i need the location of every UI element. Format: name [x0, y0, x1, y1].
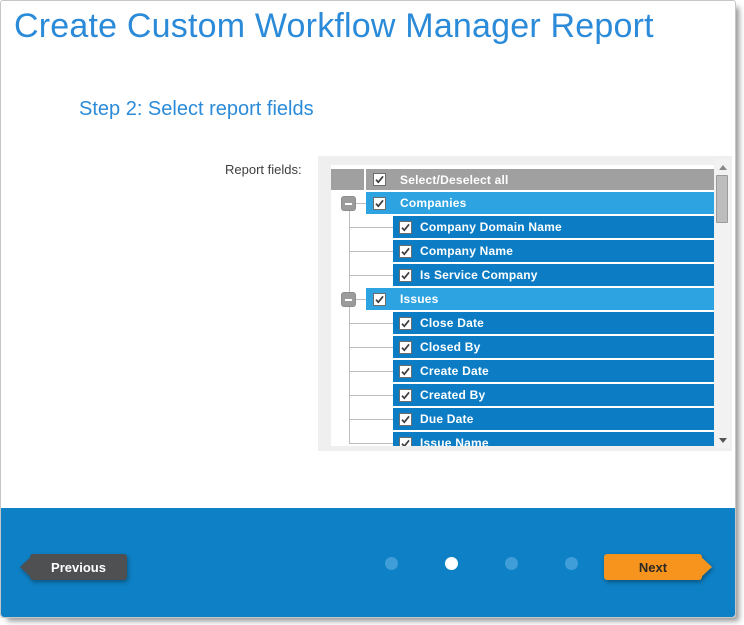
vertical-scrollbar[interactable] — [715, 159, 730, 448]
tree-branch-line — [349, 323, 393, 324]
tree-branch-line — [349, 395, 393, 396]
checkbox-select-deselect-all[interactable] — [373, 173, 386, 186]
checkbox-create-date[interactable] — [399, 365, 412, 378]
tree-row-closed-by[interactable]: Closed By — [393, 336, 714, 358]
tree-row-issues[interactable]: Issues — [366, 288, 714, 310]
tree-branch-line — [349, 371, 393, 372]
row-label: Companies — [400, 196, 466, 210]
tree-row-issue-name[interactable]: Issue Name — [393, 432, 714, 446]
report-fields-tree: Select/Deselect all Companies Company Doma… — [318, 156, 716, 446]
scrollbar-thumb[interactable] — [716, 175, 728, 223]
report-fields-label: Report fields: — [225, 162, 302, 177]
previous-button[interactable]: Previous — [20, 554, 127, 580]
tree-row-create-date[interactable]: Create Date — [393, 360, 714, 382]
minus-icon — [345, 299, 352, 301]
wizard-footer: Previous Next — [1, 508, 735, 617]
tree-row-companies[interactable]: Companies — [366, 192, 714, 214]
row-label: Issues — [400, 292, 439, 306]
page-title: Create Custom Workflow Manager Report — [14, 7, 654, 46]
row-label: Create Date — [420, 364, 489, 378]
tree-branch-line — [349, 347, 393, 348]
tree-trunk-line — [349, 211, 350, 444]
row-label: Created By — [420, 388, 485, 402]
step-dot-2[interactable] — [445, 557, 458, 570]
checkbox-issues[interactable] — [373, 293, 386, 306]
scroll-down-button[interactable] — [715, 433, 730, 447]
checkbox-close-date[interactable] — [399, 317, 412, 330]
row-label: Company Domain Name — [420, 220, 562, 234]
tree-branch-line — [349, 275, 393, 276]
wizard-window: Create Custom Workflow Manager Report St… — [0, 0, 736, 618]
step-heading: Step 2: Select report fields — [79, 98, 314, 121]
tree-row-company-domain-name[interactable]: Company Domain Name — [393, 216, 714, 238]
step-indicator — [385, 557, 578, 570]
tree-branch-line — [349, 227, 393, 228]
tree-header-corner — [331, 169, 364, 190]
collapse-issues-button[interactable] — [341, 292, 356, 307]
tree-row-select-deselect-all[interactable]: Select/Deselect all — [366, 169, 714, 190]
tree-row-company-name[interactable]: Company Name — [393, 240, 714, 262]
row-label: Select/Deselect all — [400, 173, 509, 187]
row-label: Due Date — [420, 412, 474, 426]
checkbox-created-by[interactable] — [399, 389, 412, 402]
tree-branch-line — [349, 443, 393, 444]
tree-branch-line — [349, 419, 393, 420]
checkbox-is-service-company[interactable] — [399, 269, 412, 282]
step-dot-4[interactable] — [565, 557, 578, 570]
collapse-companies-button[interactable] — [341, 196, 356, 211]
row-label: Close Date — [420, 316, 484, 330]
row-label: Company Name — [420, 244, 513, 258]
tree-branch-line — [349, 251, 393, 252]
row-label: Closed By — [420, 340, 480, 354]
checkbox-companies[interactable] — [373, 197, 386, 210]
tree-row-is-service-company[interactable]: Is Service Company — [393, 264, 714, 286]
scroll-up-button[interactable] — [715, 160, 730, 174]
step-dot-1[interactable] — [385, 557, 398, 570]
tree-row-close-date[interactable]: Close Date — [393, 312, 714, 334]
checkbox-due-date[interactable] — [399, 413, 412, 426]
tree-branch-line — [356, 299, 366, 300]
row-label: Issue Name — [420, 436, 489, 446]
minus-icon — [345, 203, 352, 205]
next-button-label: Next — [604, 554, 702, 580]
checkbox-company-domain-name[interactable] — [399, 221, 412, 234]
step-dot-3[interactable] — [505, 557, 518, 570]
next-arrow-tip-icon — [698, 554, 712, 580]
checkbox-company-name[interactable] — [399, 245, 412, 258]
scroll-down-icon — [719, 438, 727, 443]
tree-row-created-by[interactable]: Created By — [393, 384, 714, 406]
row-label: Is Service Company — [420, 268, 538, 282]
tree-row-due-date[interactable]: Due Date — [393, 408, 714, 430]
tree-branch-line — [356, 203, 366, 204]
scroll-up-icon — [719, 165, 727, 170]
checkbox-issue-name[interactable] — [399, 437, 412, 447]
previous-button-label: Previous — [30, 554, 127, 580]
report-fields-listbox: Select/Deselect all Companies Company Doma… — [318, 156, 732, 451]
next-button[interactable]: Next — [604, 554, 712, 580]
checkbox-closed-by[interactable] — [399, 341, 412, 354]
